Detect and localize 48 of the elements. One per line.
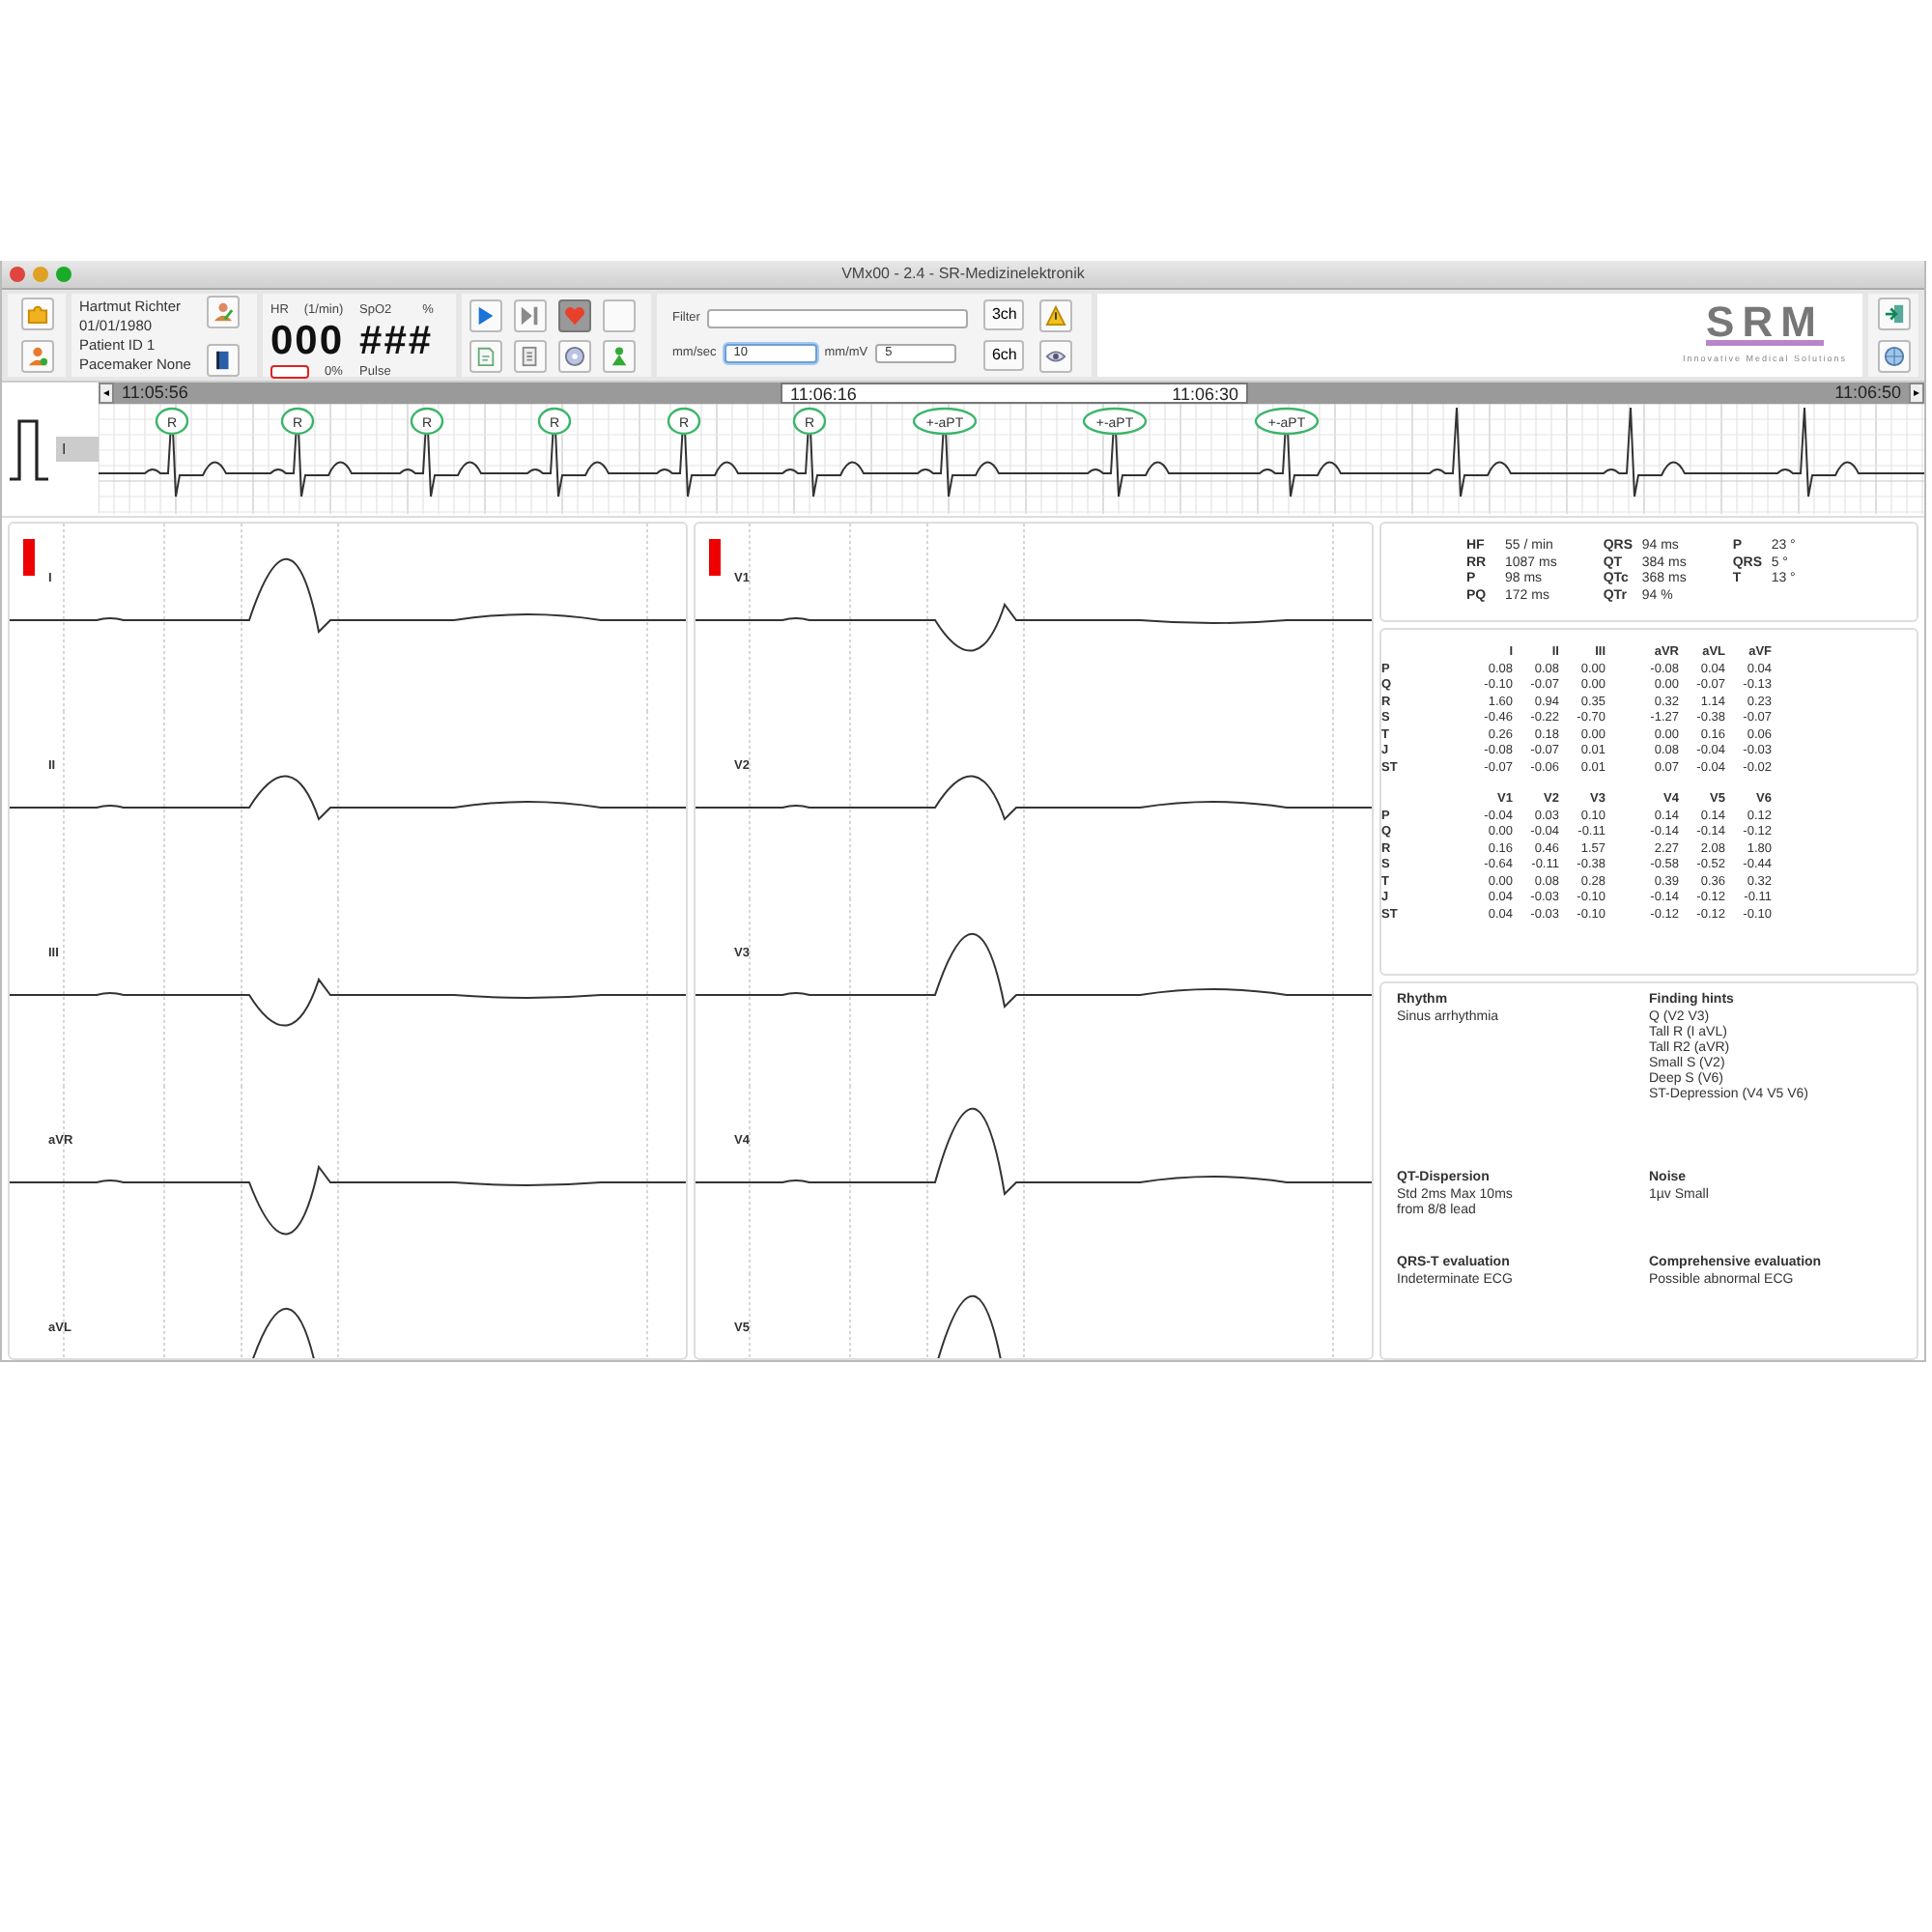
calibration-marker (23, 539, 35, 576)
person-icon (212, 300, 234, 322)
lead-selector[interactable]: I (56, 437, 99, 462)
channel-button[interactable]: 6ch (983, 339, 1025, 370)
person-icon (26, 345, 47, 367)
step-button[interactable] (514, 298, 547, 331)
view-button[interactable] (1039, 339, 1073, 372)
window-title: VMx00 - 2.4 - SR-Medizinelektronik (841, 263, 1085, 286)
exit-button[interactable] (1877, 298, 1910, 331)
step-icon (520, 304, 541, 326)
figure-button[interactable] (603, 339, 636, 372)
warning-button[interactable] (1039, 298, 1073, 331)
document-icon (520, 345, 541, 366)
heart-icon (564, 304, 585, 326)
disc-icon (564, 345, 585, 366)
document-button[interactable] (514, 339, 547, 372)
figure-icon (609, 345, 630, 366)
page-icon (475, 345, 497, 366)
arrow-icon (1883, 303, 1904, 326)
close-button[interactable] (10, 267, 25, 282)
play-button[interactable] (469, 298, 502, 331)
calibration-pulse-icon (10, 416, 48, 482)
time-label: 11:06:50 (1833, 383, 1903, 404)
channel-button[interactable]: 3ch (983, 298, 1025, 329)
logo: SRM (1706, 304, 1824, 346)
toolbar-button[interactable] (20, 298, 53, 331)
calibration-marker (709, 539, 721, 576)
globe-icon (1883, 345, 1904, 367)
heart-button[interactable] (558, 298, 591, 331)
warning-icon (1045, 304, 1067, 326)
blank-button[interactable] (603, 298, 636, 331)
spo2-value: ### (359, 320, 434, 363)
web-button[interactable] (1877, 339, 1910, 373)
time-label: 11:06:30 (1172, 384, 1238, 402)
page-button[interactable] (469, 339, 502, 372)
add-patient-button[interactable] (20, 339, 53, 373)
minimize-button[interactable] (33, 267, 48, 282)
book-icon (212, 349, 234, 370)
zoom-button[interactable] (56, 267, 71, 282)
filter-dropdown[interactable] (707, 308, 969, 327)
play-icon (475, 304, 497, 326)
heart-rate-value: 000 (270, 320, 345, 363)
disc-button[interactable] (558, 339, 591, 372)
book-button[interactable] (206, 343, 240, 376)
time-label: 11:06:16 (790, 384, 857, 402)
edit-patient-button[interactable] (206, 295, 240, 327)
time-label: 11:05:56 (120, 383, 190, 404)
visible-window[interactable]: 11:06:16 11:06:30 (781, 383, 1248, 404)
